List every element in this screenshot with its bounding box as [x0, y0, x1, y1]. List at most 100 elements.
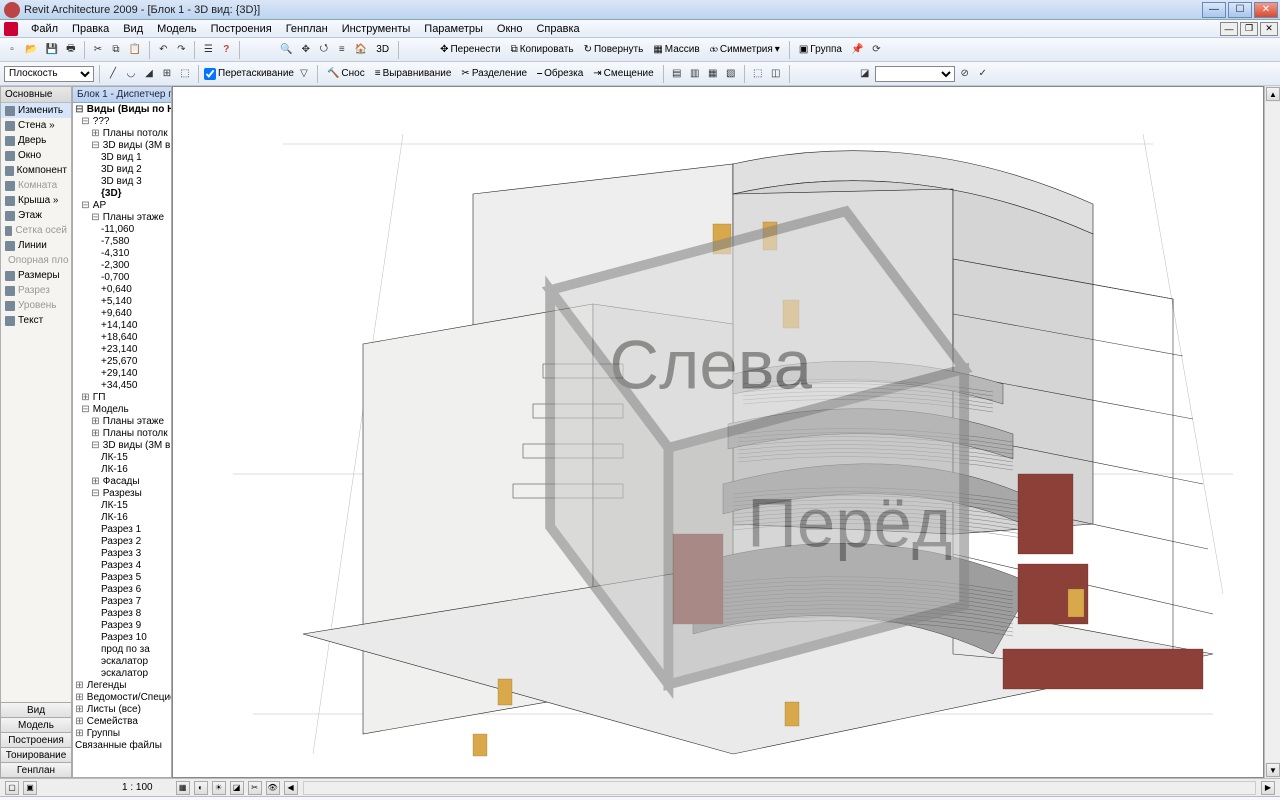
crop-icon[interactable]: ◫	[768, 65, 784, 83]
design-tab[interactable]: Вид	[0, 702, 72, 718]
tree-item[interactable]: Разрез 1	[73, 524, 171, 536]
tree-item[interactable]: ⊞ Фасады	[73, 476, 171, 488]
pin-icon[interactable]: 📌	[848, 41, 866, 59]
maximize-button[interactable]: ☐	[1228, 2, 1252, 18]
tree-item[interactable]: -11,060	[73, 224, 171, 236]
undo-icon[interactable]: ↶	[155, 41, 171, 59]
demolish-tool[interactable]: 🔨 Снос	[323, 68, 369, 79]
tree-item[interactable]: -4,310	[73, 248, 171, 260]
design-tab[interactable]: Тонирование	[0, 747, 72, 763]
tree-item[interactable]: ЛК-16	[73, 464, 171, 476]
print-icon[interactable]: 🖶	[63, 41, 79, 59]
filter-icon[interactable]: ▽	[296, 65, 312, 83]
properties-icon[interactable]: ☰	[200, 41, 216, 59]
offset-tool[interactable]: ⇥ Смещение	[589, 68, 657, 79]
vertical-scrollbar[interactable]: ▲ ▼	[1264, 86, 1280, 778]
mdi-restore-button[interactable]: ❐	[1240, 22, 1258, 36]
design-item[interactable]: Линии	[1, 238, 71, 253]
pick-icon[interactable]: ◢	[141, 65, 157, 83]
tree-item[interactable]: ⊞ Ведомости/Специф	[73, 692, 171, 704]
detail-level-icon[interactable]: ▦	[176, 781, 190, 795]
menu-site[interactable]: Генплан	[279, 21, 335, 37]
orbit-icon[interactable]: ⭯	[316, 41, 332, 59]
tree-item[interactable]: +5,140	[73, 296, 171, 308]
tree-item[interactable]: Разрез 7	[73, 596, 171, 608]
mdi-close-button[interactable]: ✕	[1260, 22, 1278, 36]
split-tool[interactable]: ✂ Разделение	[457, 68, 531, 79]
menu-edit[interactable]: Правка	[65, 21, 116, 37]
view-cube[interactable]: Слева Перёд	[172, 93, 1243, 778]
mdi-minimize-button[interactable]: —	[1220, 22, 1238, 36]
trim-tool[interactable]: ⎯ Обрезка	[533, 68, 587, 79]
design-option-icon[interactable]: ◪	[857, 65, 873, 83]
scale-label[interactable]: 1 : 100	[102, 782, 173, 793]
view-3d-label[interactable]: 3D	[372, 44, 393, 55]
tree-item[interactable]: 3D вид 3	[73, 176, 171, 188]
open-icon[interactable]: 📂	[22, 41, 40, 59]
group-tool[interactable]: ▣ Группа	[795, 44, 846, 55]
paste-icon[interactable]: 📋	[126, 41, 144, 59]
tree-item[interactable]: ⊞ Листы (все)	[73, 704, 171, 716]
crop-view-icon[interactable]: ✂	[248, 781, 262, 795]
tree-item[interactable]: ЛК-16	[73, 512, 171, 524]
arc-icon[interactable]: ◡	[123, 65, 139, 83]
menu-construct[interactable]: Построения	[204, 21, 279, 37]
tree-item[interactable]: ⊟ Планы этаже	[73, 212, 171, 224]
project-browser-tree[interactable]: ⊟ Виды (Виды по Наз⊟ ???⊞ Планы потолк⊟ …	[73, 103, 171, 777]
tree-item[interactable]: Разрез 10	[73, 632, 171, 644]
pan-icon[interactable]: ✥	[298, 41, 314, 59]
tree-item[interactable]: +29,140	[73, 368, 171, 380]
tree-item[interactable]: Связанные файлы	[73, 740, 171, 752]
tree-item[interactable]: Разрез 3	[73, 548, 171, 560]
tree-item[interactable]: ⊞ Группы	[73, 728, 171, 740]
tree-item[interactable]: -7,580	[73, 236, 171, 248]
hide-isolate-icon[interactable]: 👁	[266, 781, 280, 795]
tree-item[interactable]: -0,700	[73, 272, 171, 284]
scroll-right-icon[interactable]: ▶	[1261, 781, 1275, 795]
tree-item[interactable]: ⊟ ???	[73, 116, 171, 128]
tree-item[interactable]: ⊞ Планы этаже	[73, 416, 171, 428]
tree-item[interactable]: +23,140	[73, 344, 171, 356]
tree-item[interactable]: +9,640	[73, 308, 171, 320]
tree-item[interactable]: ⊞ Семейства	[73, 716, 171, 728]
visual-style-icon[interactable]: ◐	[194, 781, 208, 795]
new-icon[interactable]: ▫	[4, 41, 20, 59]
zoom-icon[interactable]: 🔍	[277, 41, 295, 59]
tree-item[interactable]: Разрез 8	[73, 608, 171, 620]
dim-icon[interactable]: ⊞	[159, 65, 175, 83]
design-item[interactable]: Этаж	[1, 208, 71, 223]
tree-item[interactable]: ⊟ 3D виды (3М в	[73, 440, 171, 452]
close-button[interactable]: ✕	[1254, 2, 1278, 18]
tree-item[interactable]: +0,640	[73, 284, 171, 296]
tree-item[interactable]: ЛК-15	[73, 500, 171, 512]
tree-item[interactable]: ⊞ Планы потолк	[73, 128, 171, 140]
menu-window[interactable]: Окно	[490, 21, 530, 37]
cut-icon[interactable]: ✂	[90, 41, 106, 59]
scroll-left-icon[interactable]: ◀	[284, 781, 298, 795]
region-icon[interactable]: ⬚	[750, 65, 766, 83]
tree-item[interactable]: -2,300	[73, 260, 171, 272]
tree-item[interactable]: +18,640	[73, 332, 171, 344]
design-tab[interactable]: Построения	[0, 732, 72, 748]
sun-path-icon[interactable]: ☀	[212, 781, 226, 795]
shadows-icon[interactable]: ◪	[230, 781, 244, 795]
menu-file[interactable]: Файл	[24, 21, 65, 37]
tree-item[interactable]: прод по за	[73, 644, 171, 656]
tree-item[interactable]: ⊞ Планы потолк	[73, 428, 171, 440]
tree-item[interactable]: 3D вид 1	[73, 152, 171, 164]
tree-item[interactable]: ⊞ ГП	[73, 392, 171, 404]
design-item[interactable]: Окно	[1, 148, 71, 163]
menu-view[interactable]: Вид	[116, 21, 150, 37]
tree-item[interactable]: Разрез 9	[73, 620, 171, 632]
tree-item[interactable]: ⊟ Модель	[73, 404, 171, 416]
design-item[interactable]: Компонент	[1, 163, 71, 178]
exclude-icon[interactable]: ⊘	[957, 65, 973, 83]
move-tool[interactable]: ✥ Перенести	[436, 44, 505, 55]
scroll-down-icon[interactable]: ▼	[1266, 763, 1280, 777]
menu-help[interactable]: Справка	[529, 21, 586, 37]
lock-icon[interactable]: ⟳	[868, 41, 884, 59]
hide-icon[interactable]: ▤	[669, 65, 685, 83]
tree-item[interactable]: Разрез 5	[73, 572, 171, 584]
help-icon[interactable]: ?	[218, 41, 234, 59]
design-tab[interactable]: Модель	[0, 717, 72, 733]
